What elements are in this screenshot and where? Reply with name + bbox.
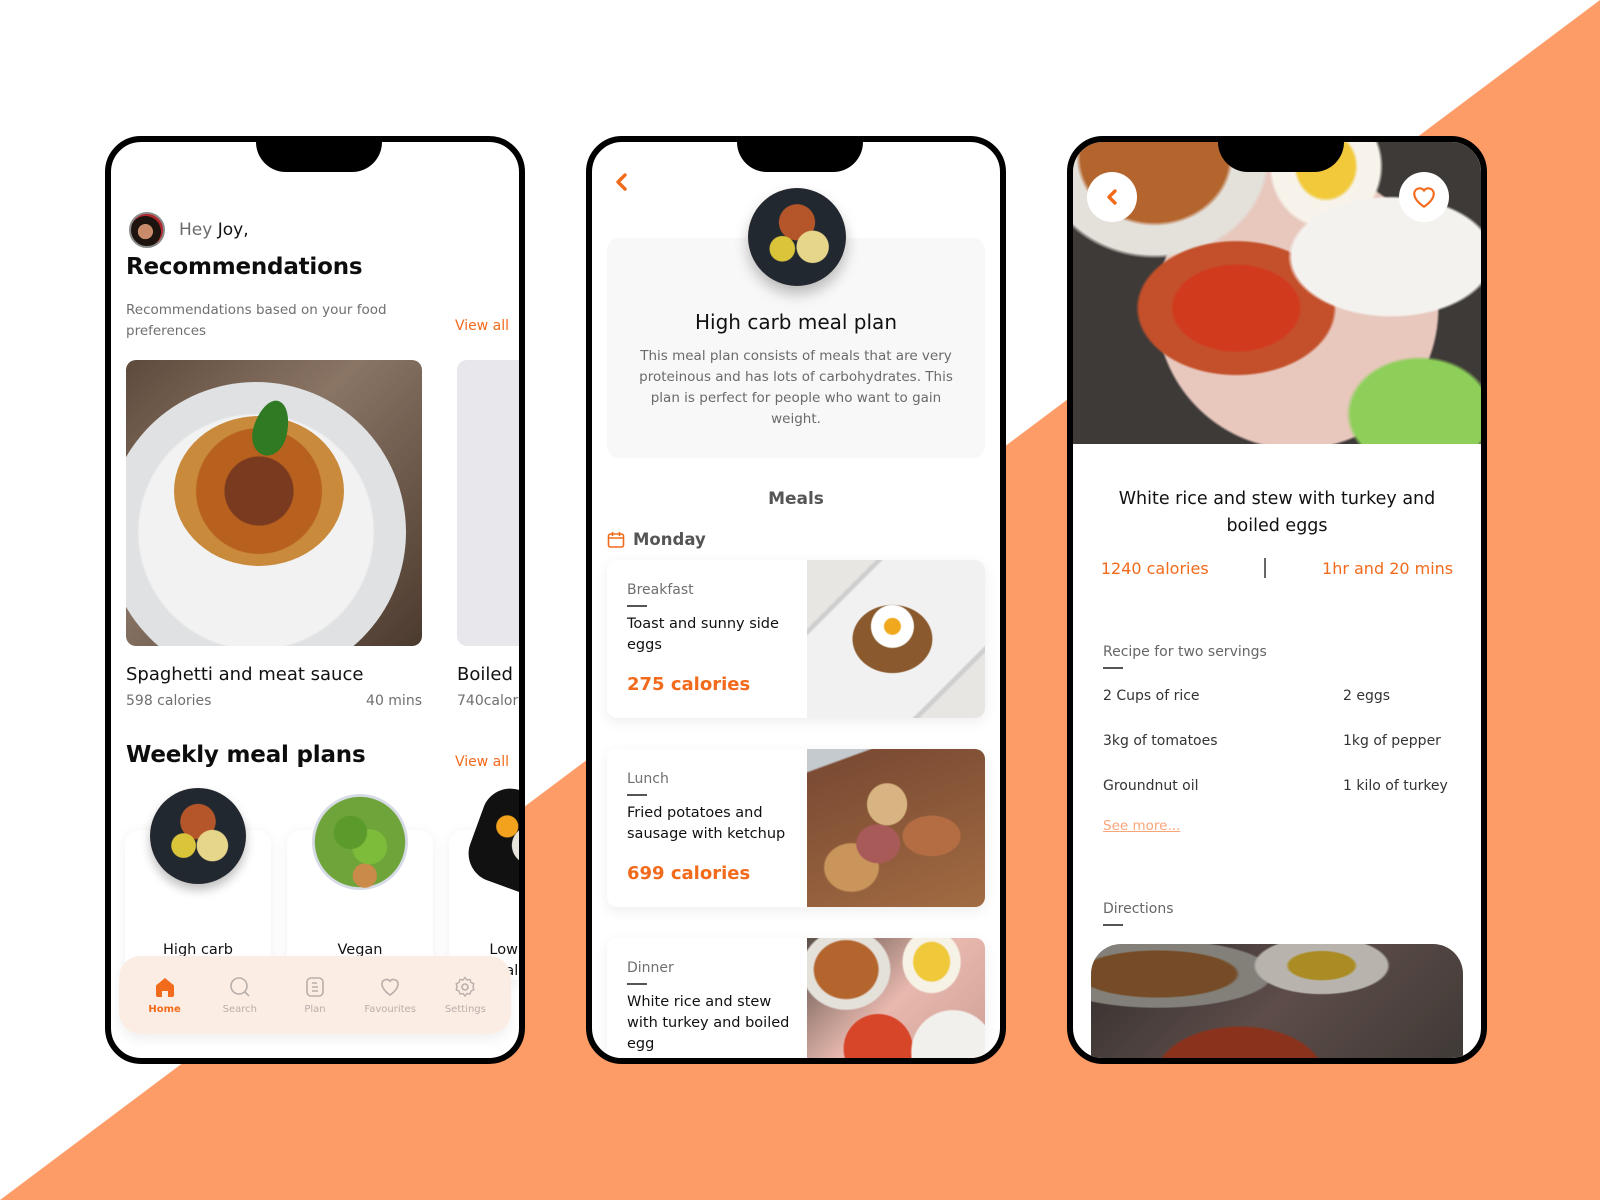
plan-title: High carb meal plan bbox=[695, 310, 897, 334]
nav-label: Plan bbox=[304, 1004, 326, 1015]
phone-notch bbox=[737, 142, 863, 172]
heart-icon bbox=[381, 978, 399, 996]
ingredient: 3kg of tomatoes bbox=[1103, 733, 1218, 749]
directions-heading: Directions bbox=[1103, 901, 1174, 926]
search-icon bbox=[229, 977, 250, 997]
potatoes-image bbox=[457, 360, 519, 646]
meal-name: Toast and sunny side eggs bbox=[627, 616, 779, 653]
ingredient: 1 kilo of turkey bbox=[1343, 778, 1448, 794]
heart-icon bbox=[1413, 187, 1435, 209]
divider bbox=[1264, 558, 1267, 578]
day-name: Monday bbox=[633, 530, 706, 549]
gear-icon bbox=[455, 976, 475, 998]
recommendations-title: Recommendations bbox=[126, 254, 363, 280]
nav-label: Settings bbox=[444, 1004, 486, 1015]
ingredient: 2 Cups of rice bbox=[1103, 688, 1200, 704]
favourite-button[interactable] bbox=[1399, 172, 1449, 222]
plan-icon bbox=[306, 977, 324, 997]
plan-image bbox=[460, 780, 519, 904]
day-label: Monday bbox=[607, 530, 706, 549]
plan-image bbox=[748, 188, 846, 286]
plan-description: This meal plan consists of meals that ar… bbox=[639, 348, 953, 427]
see-more-link[interactable]: See more... bbox=[1103, 818, 1180, 834]
weekly-plans-view-all-link[interactable]: View all bbox=[455, 754, 509, 770]
avatar[interactable] bbox=[129, 212, 165, 248]
recommendation-time: 40 mins bbox=[366, 693, 422, 709]
phone-notch bbox=[256, 142, 382, 172]
spaghetti-image bbox=[126, 360, 422, 646]
recommendation-card[interactable]: Spaghetti and meat sauce 598 calories 40… bbox=[126, 360, 422, 709]
phone-meal-plan-screen: High carb meal plan This meal plan consi… bbox=[586, 136, 1006, 1064]
meal-type: Breakfast bbox=[627, 582, 694, 607]
recommendation-calories: 740calories bbox=[457, 693, 523, 709]
phone-notch bbox=[1218, 142, 1344, 172]
nav-item-home[interactable]: Home bbox=[130, 975, 200, 1015]
calendar-icon bbox=[607, 531, 625, 548]
nav-item-settings[interactable]: Settings bbox=[430, 975, 500, 1015]
nav-item-plan[interactable]: Plan bbox=[280, 975, 350, 1015]
dish-title: White rice and stew with turkey and boil… bbox=[1118, 489, 1436, 536]
back-button[interactable] bbox=[1087, 172, 1137, 222]
user-name: Joy, bbox=[217, 220, 249, 240]
meal-card-lunch[interactable]: Lunch Fried potatoes and sausage with ke… bbox=[607, 749, 985, 907]
phone-home-screen: Hey Joy, Recommendations Recommendations… bbox=[105, 136, 525, 1064]
recommendations-subtitle: Recommendations based on your food prefe… bbox=[126, 302, 387, 339]
recommendation-name: Boiled potatoes bbox=[457, 664, 519, 685]
ingredient: 2 eggs bbox=[1343, 688, 1391, 704]
weekly-plans-title: Weekly meal plans bbox=[126, 742, 366, 768]
greeting-prefix: Hey bbox=[179, 220, 213, 240]
back-chevron-icon[interactable] bbox=[614, 172, 630, 192]
meal-card-dinner[interactable]: Dinner White rice and stew with turkey a… bbox=[607, 938, 985, 1058]
meal-calories: 699 calories bbox=[627, 863, 751, 884]
meal-type: Lunch bbox=[627, 771, 669, 796]
meal-name: Fried potatoes and sausage with ketchup bbox=[627, 805, 786, 842]
nav-label: Favourites bbox=[364, 1004, 416, 1015]
meal-calories: 275 calories bbox=[627, 674, 751, 695]
recommendations-view-all-link[interactable]: View all bbox=[455, 318, 509, 334]
ingredient: Groundnut oil bbox=[1103, 778, 1199, 794]
meals-heading: Meals bbox=[768, 489, 824, 509]
nav-label: Search bbox=[222, 1004, 257, 1015]
recommendation-card[interactable]: Boiled potatoes 740calories bbox=[457, 360, 523, 709]
meal-name: White rice and stew with turkey and boil… bbox=[627, 994, 790, 1052]
directions-video-thumbnail[interactable] bbox=[1091, 944, 1463, 1058]
meal-image bbox=[807, 938, 985, 1058]
recommendation-calories: 598 calories bbox=[126, 693, 212, 709]
servings-heading: Recipe for two servings bbox=[1103, 644, 1267, 669]
dish-calories: 1240 calories bbox=[1100, 558, 1209, 578]
nav-item-favourites[interactable]: Favourites bbox=[355, 975, 425, 1015]
dish-duration: 1hr and 20 mins bbox=[1322, 558, 1454, 578]
plan-image bbox=[150, 788, 246, 884]
home-icon bbox=[155, 978, 174, 997]
meal-card-breakfast[interactable]: Breakfast Toast and sunny side eggs 275 … bbox=[607, 560, 985, 718]
meal-image bbox=[807, 560, 985, 718]
ingredient: 1kg of pepper bbox=[1343, 733, 1441, 749]
back-chevron-icon bbox=[1107, 189, 1117, 205]
meal-image bbox=[807, 749, 985, 907]
greeting: Hey Joy, bbox=[129, 212, 249, 248]
plan-image bbox=[312, 794, 408, 890]
nav-label: Home bbox=[148, 1004, 181, 1015]
recommendation-name: Spaghetti and meat sauce bbox=[126, 664, 364, 685]
meal-type: Dinner bbox=[627, 960, 674, 985]
bottom-navigation: Home Search Plan Favourites Settings bbox=[119, 956, 511, 1034]
phone-recipe-screen: White rice and stew with turkey and boil… bbox=[1067, 136, 1487, 1064]
nav-item-search[interactable]: Search bbox=[205, 975, 275, 1015]
dish-meta: 1240 calories 1hr and 20 mins bbox=[1073, 558, 1481, 578]
